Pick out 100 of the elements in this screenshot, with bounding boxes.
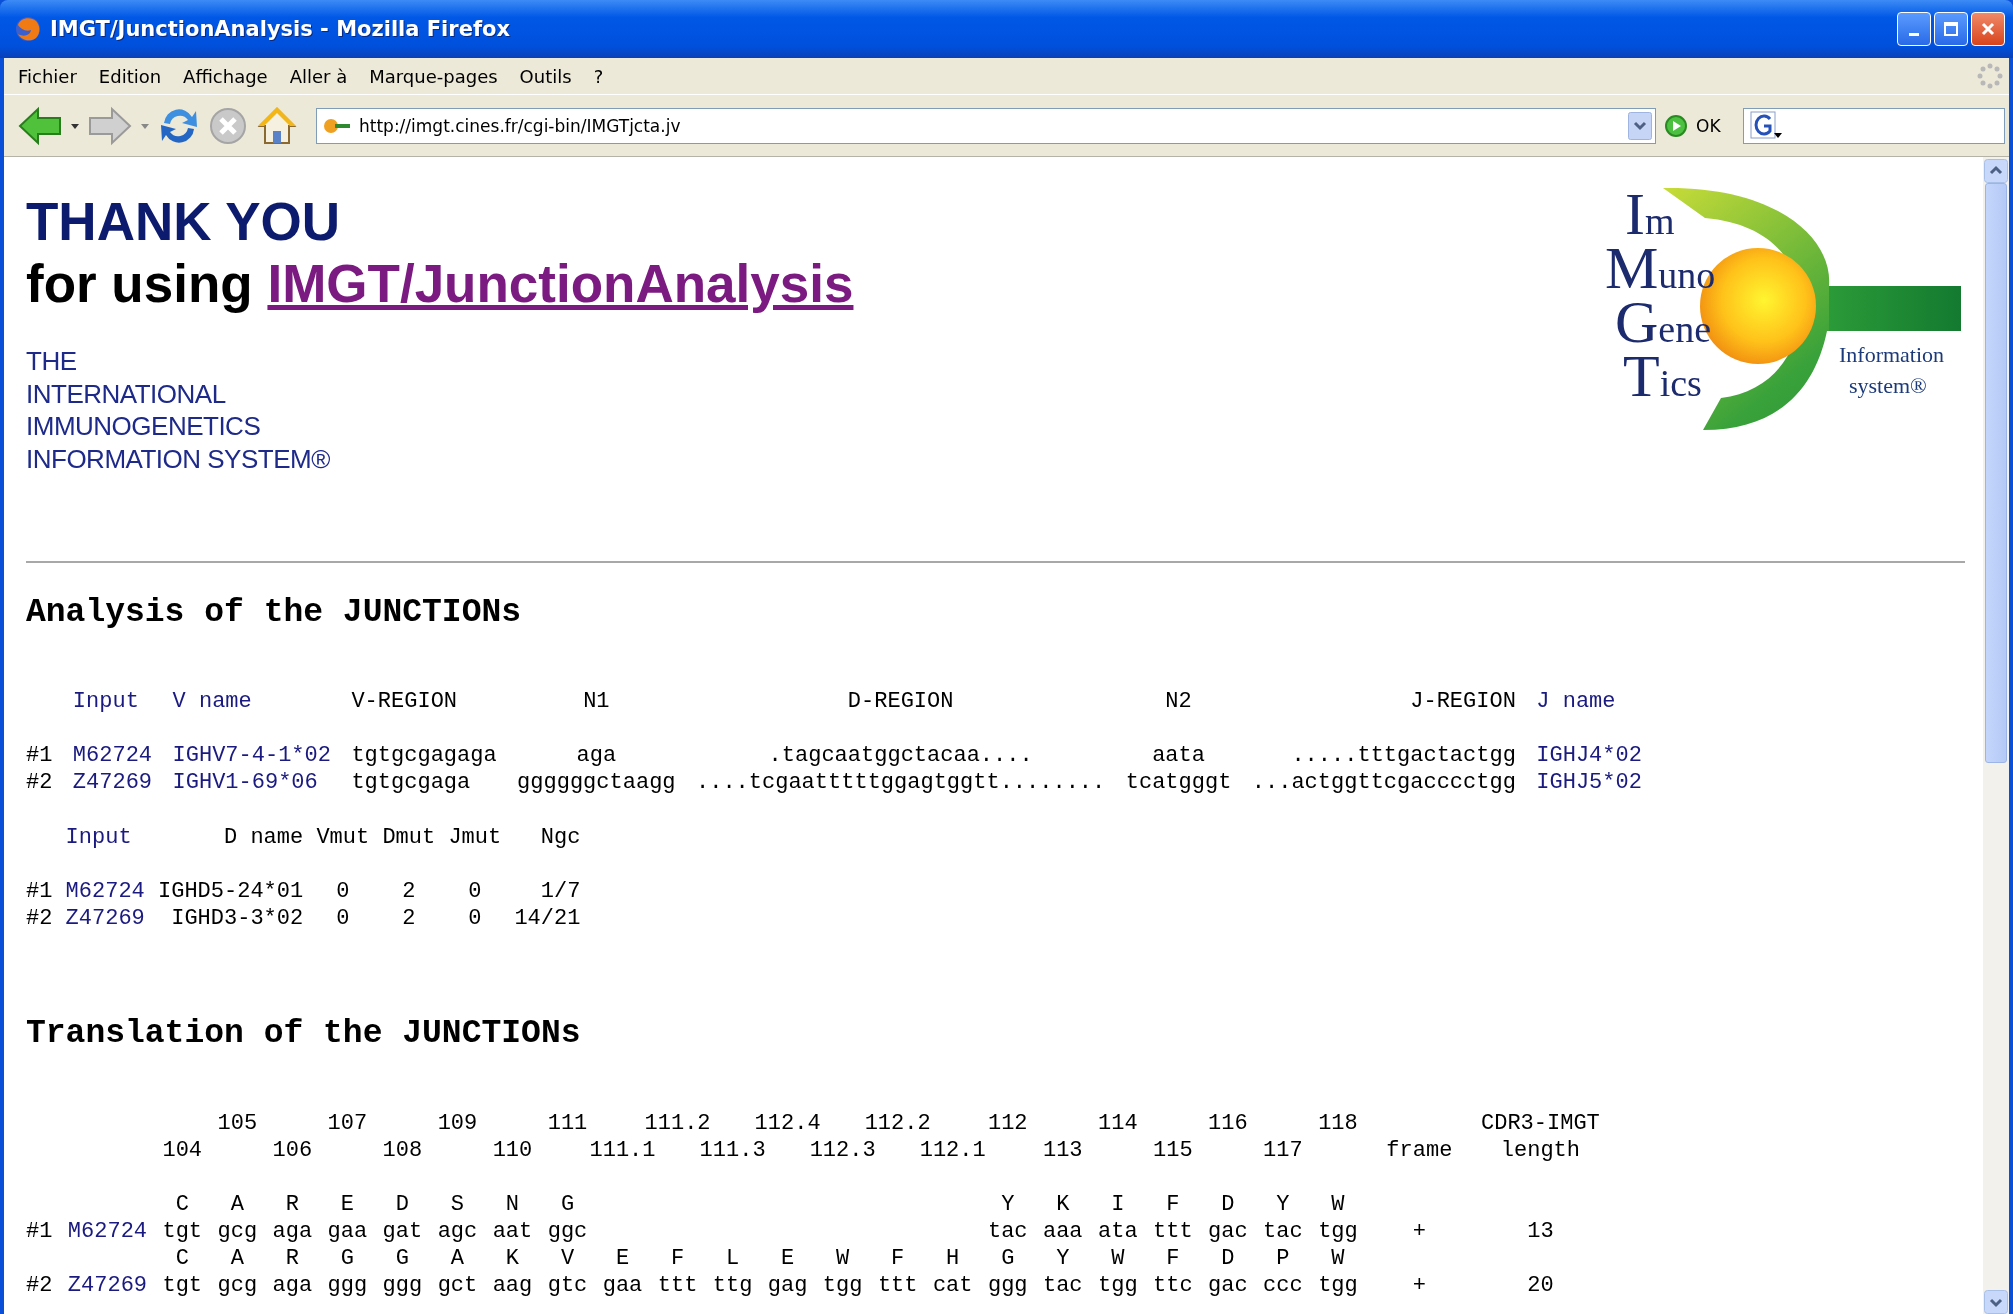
- page-heading: THANK YOU: [26, 191, 342, 253]
- codon: ttt: [657, 1272, 698, 1299]
- codon: aag: [492, 1272, 533, 1299]
- amino-acid: F: [891, 1245, 905, 1272]
- position-number: 116: [1208, 1110, 1248, 1137]
- back-button[interactable]: [18, 105, 62, 146]
- position-number: 107: [327, 1110, 368, 1137]
- scrollbar[interactable]: [1983, 157, 2009, 1314]
- amino-acid: W: [1331, 1245, 1345, 1272]
- go-icon[interactable]: [1664, 113, 1688, 138]
- amino-acid: H: [946, 1245, 960, 1272]
- section-heading: Translation of the JUNCTIONs: [26, 1014, 582, 1054]
- frame-sign: +: [1412, 1218, 1426, 1245]
- table-cell: 2: [402, 906, 416, 931]
- home-button[interactable]: [256, 104, 298, 147]
- position-number: 115: [1153, 1137, 1193, 1164]
- scroll-up-button[interactable]: [1984, 159, 2008, 183]
- forward-button[interactable]: [88, 105, 132, 146]
- position-number: 112.1: [919, 1137, 986, 1164]
- amino-acid: W: [836, 1245, 850, 1272]
- section-heading: Analysis of the JUNCTIONs: [26, 593, 523, 633]
- gene-link[interactable]: IGHJ5*02: [1536, 770, 1642, 795]
- organization-name: IMMUNOGENETICS: [26, 410, 262, 443]
- sequence-cell: ....tcgaatttttggagtggtt........: [696, 770, 1106, 795]
- codon: ttt: [1153, 1218, 1193, 1245]
- menu-item[interactable]: Aller à: [289, 65, 348, 87]
- table-cell: IGHD5-24*01: [158, 879, 304, 904]
- menu-item[interactable]: Affichage: [183, 65, 268, 87]
- close-button[interactable]: [1971, 12, 2005, 46]
- column-header: CDR3-IMGT: [1481, 1110, 1600, 1137]
- column-header: Ngc: [540, 825, 581, 850]
- table-cell: 1/7: [540, 879, 581, 904]
- position-number: 112: [987, 1110, 1028, 1137]
- table-cell: 14/21: [514, 906, 581, 931]
- codon: tgt: [162, 1218, 203, 1245]
- input-link[interactable]: Z47269: [72, 770, 153, 795]
- gene-link[interactable]: IGHV7-4-1*02: [172, 743, 331, 768]
- menu-item[interactable]: Edition: [98, 65, 162, 87]
- amino-acid: I: [1111, 1191, 1125, 1218]
- column-header: D-REGION: [847, 689, 954, 714]
- row-number: #2: [26, 770, 53, 795]
- amino-acid: S: [450, 1191, 464, 1218]
- codon: aga: [272, 1272, 313, 1299]
- codon: gct: [437, 1272, 478, 1299]
- caret-icon[interactable]: [70, 121, 80, 130]
- input-link[interactable]: M62724: [72, 743, 153, 768]
- input-link[interactable]: Z47269: [65, 906, 145, 931]
- amino-acid: A: [230, 1191, 244, 1218]
- maximize-icon: [1943, 21, 1959, 37]
- position-number: 112.3: [809, 1137, 876, 1164]
- position-number: 111.1: [589, 1137, 656, 1164]
- row-number: #1: [26, 879, 53, 904]
- codon: agc: [437, 1218, 478, 1245]
- menu-item[interactable]: Fichier: [18, 65, 77, 87]
- sequence-cell: tgtgcgaga: [351, 770, 471, 795]
- menu-item[interactable]: ?: [593, 65, 604, 87]
- codon: gtc: [547, 1272, 588, 1299]
- codon: tgg: [1098, 1272, 1138, 1299]
- logo-tagline: Information: [1839, 342, 1945, 367]
- search-field[interactable]: [1742, 107, 2005, 144]
- minimize-button[interactable]: [1897, 12, 1931, 46]
- codon: tgg: [1318, 1218, 1358, 1245]
- table-cell: 0: [468, 879, 482, 904]
- stop-button[interactable]: [208, 105, 248, 146]
- codon: aat: [492, 1218, 533, 1245]
- position-number: 111.3: [699, 1137, 766, 1164]
- window-title: IMGT/JunctionAnalysis - Mozilla Firefox: [50, 17, 511, 41]
- menu-item[interactable]: Outils: [519, 65, 572, 87]
- sequence-cell: aata: [1152, 743, 1205, 768]
- maximize-button[interactable]: [1934, 12, 1968, 46]
- column-header: frame: [1386, 1137, 1453, 1164]
- amino-acid: G: [1001, 1245, 1015, 1272]
- input-link[interactable]: M62724: [65, 879, 145, 904]
- input-link[interactable]: M62724: [67, 1219, 148, 1244]
- column-header: Vmut: [316, 825, 370, 850]
- input-link[interactable]: Z47269: [67, 1273, 148, 1298]
- codon: ata: [1098, 1218, 1138, 1245]
- position-number: 113: [1042, 1137, 1083, 1164]
- table-cell: 0: [336, 879, 350, 904]
- dropdown-button[interactable]: [1628, 111, 1652, 140]
- codon: ggg: [382, 1272, 423, 1299]
- table-cell: 2: [402, 879, 416, 904]
- sequence-cell: tcatgggt: [1125, 770, 1232, 795]
- tool-link[interactable]: IMGT/JunctionAnalysis: [267, 254, 854, 313]
- frame-sign: +: [1412, 1272, 1426, 1299]
- address-field[interactable]: http://imgt.cines.fr/cgi-bin/IMGTjcta.jv: [316, 107, 1656, 144]
- scrollbar-thumb[interactable]: [1985, 183, 2007, 763]
- menu-item[interactable]: Marque-pages: [369, 65, 498, 87]
- go-button[interactable]: OK: [1696, 115, 1721, 136]
- search-engine-icon[interactable]: [1749, 110, 1784, 141]
- gene-link[interactable]: IGHJ4*02: [1536, 743, 1642, 768]
- gene-link[interactable]: IGHV1-69*06: [172, 770, 318, 795]
- column-header: V name: [172, 689, 252, 714]
- column-header: Input: [72, 689, 139, 714]
- codon: ttc: [1153, 1272, 1193, 1299]
- amino-acid: A: [450, 1245, 464, 1272]
- scroll-down-button[interactable]: [1984, 1290, 2008, 1314]
- table-cell: IGHD3-3*02: [171, 906, 304, 931]
- amino-acid: C: [175, 1245, 189, 1272]
- amino-acid: W: [1111, 1245, 1125, 1272]
